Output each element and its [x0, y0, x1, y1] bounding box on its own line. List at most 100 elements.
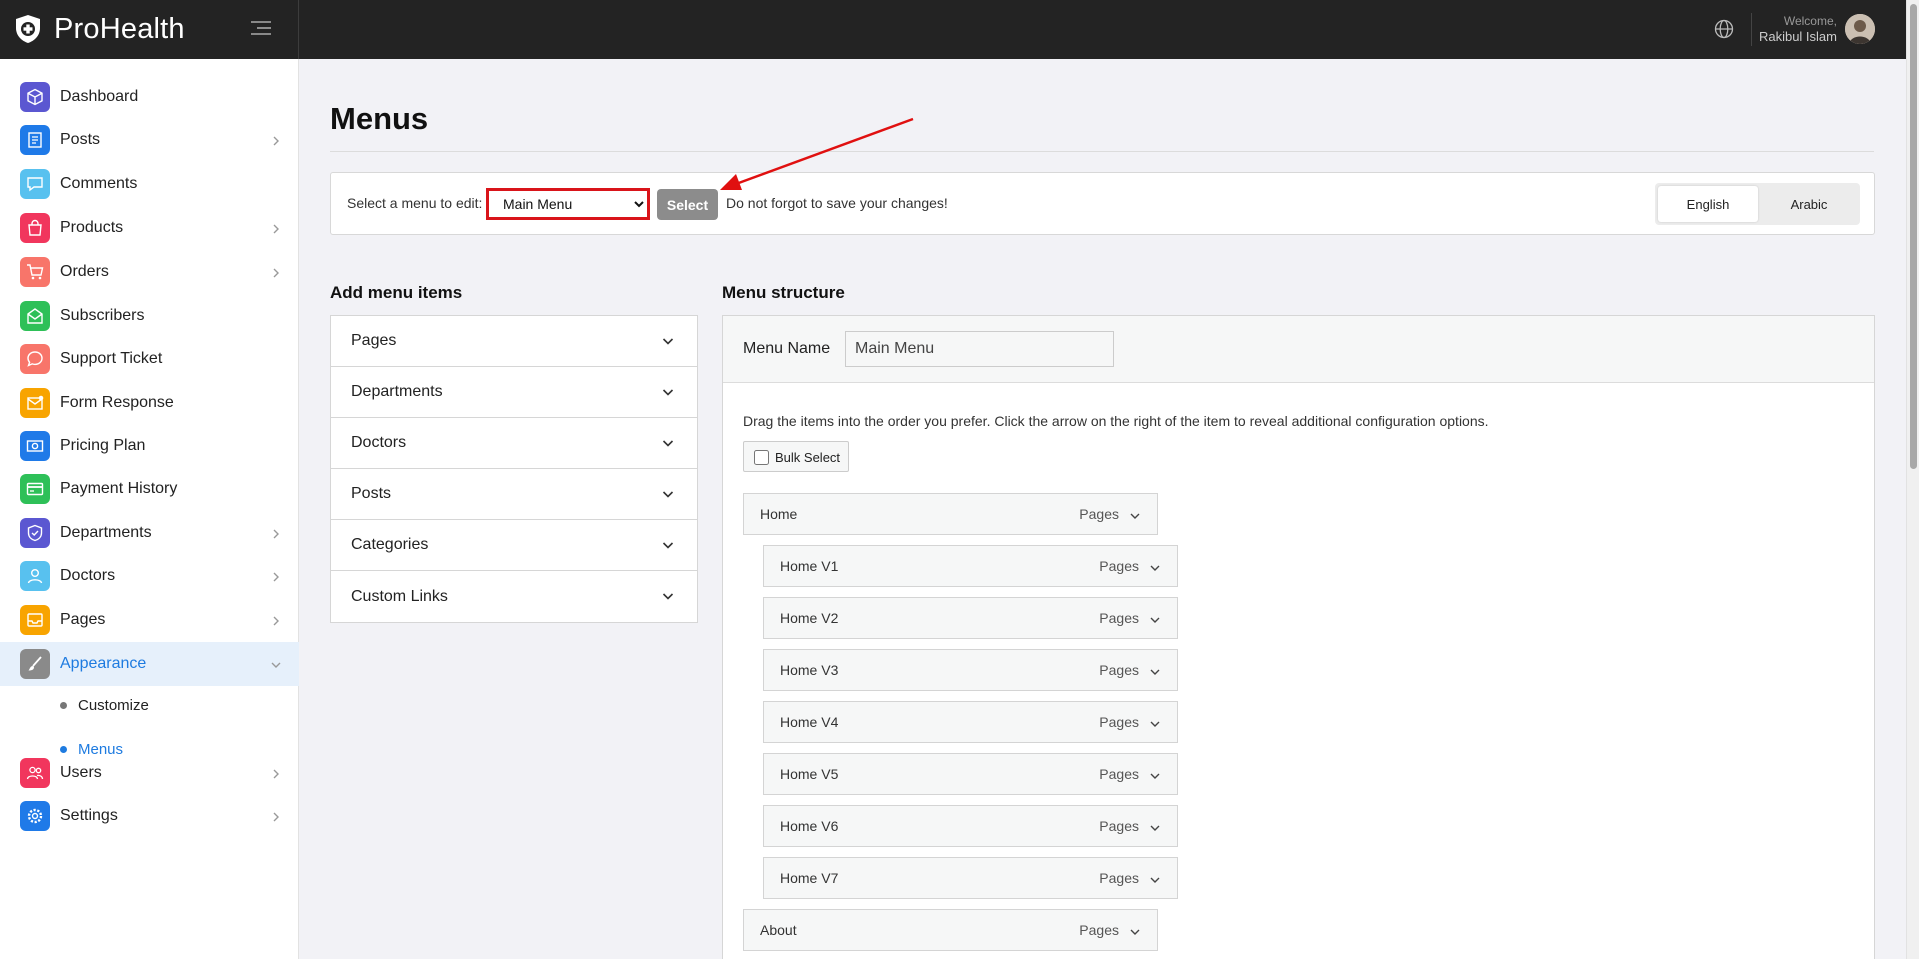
- menu-item[interactable]: Home V2 Pages: [763, 597, 1178, 639]
- sidebar-subitem-customize[interactable]: Customize: [0, 685, 299, 725]
- menu-item-name: Home V3: [780, 662, 839, 678]
- sidebar-item-settings[interactable]: Settings: [0, 794, 299, 838]
- chevron-down-icon[interactable]: [661, 334, 675, 348]
- sidebar-item-label: Payment History: [60, 480, 178, 497]
- chevron-down-icon[interactable]: [661, 589, 675, 603]
- menu-item[interactable]: Home V7 Pages: [763, 857, 1178, 899]
- avatar[interactable]: [1845, 14, 1875, 44]
- sidebar-item-form-response[interactable]: Form Response: [0, 381, 299, 425]
- menu-item[interactable]: Home Pages: [743, 493, 1158, 535]
- sidebar-item-pricing-plan[interactable]: Pricing Plan: [0, 424, 299, 468]
- sidebar-item-departments[interactable]: Departments: [0, 511, 299, 555]
- chat-icon: [20, 169, 50, 199]
- menu-item[interactable]: Home V3 Pages: [763, 649, 1178, 691]
- chevron-down-icon[interactable]: [1129, 509, 1141, 521]
- app-name: ProHealth: [54, 12, 185, 45]
- language-switcher: English Arabic: [1655, 183, 1860, 225]
- menu-item-type: Pages: [1079, 506, 1119, 522]
- chevron-right-icon: [270, 527, 282, 539]
- chevron-down-icon[interactable]: [1149, 821, 1161, 833]
- shield-plus-icon: [16, 15, 40, 43]
- menu-item-name: Home: [760, 506, 798, 522]
- chevron-down-icon[interactable]: [1149, 665, 1161, 677]
- bulk-select-checkbox[interactable]: [754, 450, 769, 465]
- lang-arabic-tab[interactable]: Arabic: [1759, 186, 1859, 222]
- lang-english-tab[interactable]: English: [1658, 186, 1758, 222]
- welcome-text: Welcome,: [1783, 14, 1837, 28]
- accordion-custom-links[interactable]: Custom Links: [331, 571, 697, 622]
- chevron-down-icon[interactable]: [661, 538, 675, 552]
- menu-item[interactable]: About Pages: [743, 909, 1158, 951]
- sidebar-item-appearance[interactable]: Appearance: [0, 642, 299, 686]
- sidebar-item-label: Departments: [60, 524, 152, 541]
- logo[interactable]: ProHealth: [14, 13, 185, 45]
- chevron-down-icon[interactable]: [1129, 925, 1141, 937]
- chevron-right-icon: [270, 222, 282, 234]
- top-bar: ProHealth Welcome, Rakibul Islam: [0, 0, 1919, 59]
- accordion-title: Posts: [351, 485, 392, 502]
- sidebar-item-support-ticket[interactable]: Support Ticket: [0, 337, 299, 381]
- gear-icon: [20, 801, 50, 831]
- sidebar-item-posts[interactable]: Posts: [0, 118, 299, 162]
- menu-item[interactable]: Home V5 Pages: [763, 753, 1178, 795]
- menu-item-type: Pages: [1099, 610, 1139, 626]
- menu-item-type: Pages: [1099, 870, 1139, 886]
- menu-name-input[interactable]: [845, 331, 1114, 367]
- sidebar-item-label: Pricing Plan: [60, 437, 146, 454]
- menu-item-type: Pages: [1099, 714, 1139, 730]
- add-menu-items-heading: Add menu items: [330, 283, 463, 302]
- sidebar-item-orders[interactable]: Orders: [0, 250, 299, 294]
- menu-item-type: Pages: [1079, 922, 1119, 938]
- shield-icon: [20, 518, 50, 548]
- menu-name-header: Menu Name: [723, 316, 1874, 383]
- cube-icon: [20, 82, 50, 112]
- menu-select-dropdown[interactable]: Main Menu: [486, 188, 650, 220]
- sidebar-item-comments[interactable]: Comments: [0, 162, 299, 206]
- sidebar-item-doctors[interactable]: Doctors: [0, 554, 299, 598]
- menu-item-name: About: [760, 922, 797, 938]
- sidebar-item-pages[interactable]: Pages: [0, 598, 299, 642]
- chevron-down-icon[interactable]: [1149, 769, 1161, 781]
- menu-item[interactable]: Home V1 Pages: [763, 545, 1178, 587]
- shopping-bag-icon: [20, 213, 50, 243]
- menu-toggle-icon[interactable]: [250, 19, 272, 37]
- bulk-select-toggle[interactable]: Bulk Select: [743, 441, 849, 472]
- sidebar-item-label: Subscribers: [60, 307, 145, 324]
- menu-item-type: Pages: [1099, 558, 1139, 574]
- chevron-down-icon[interactable]: [1149, 717, 1161, 729]
- sidebar-item-dashboard[interactable]: Dashboard: [0, 75, 299, 119]
- accordion-pages[interactable]: Pages: [331, 316, 697, 367]
- sidebar-subitem-label: Customize: [78, 696, 149, 714]
- chevron-down-icon[interactable]: [661, 436, 675, 450]
- scrollbar-thumb[interactable]: [1910, 4, 1917, 469]
- bulk-select-label: Bulk Select: [775, 450, 841, 465]
- accordion-title: Custom Links: [351, 587, 448, 605]
- accordion-categories[interactable]: Categories: [331, 520, 697, 571]
- sidebar-subitem-menus[interactable]: Menus: [0, 729, 299, 769]
- globe-icon[interactable]: [1714, 19, 1734, 39]
- accordion-doctors[interactable]: Doctors: [331, 418, 697, 469]
- sidebar-item-label: Settings: [60, 807, 118, 824]
- cart-icon: [20, 257, 50, 287]
- accordion-posts[interactable]: Posts: [331, 469, 697, 520]
- bullet-dot: [60, 701, 67, 709]
- topbar-divider: [298, 0, 299, 59]
- chevron-down-icon[interactable]: [1149, 561, 1161, 573]
- menu-item-name: Home V1: [780, 558, 839, 574]
- sidebar-item-payment-history[interactable]: Payment History: [0, 467, 299, 511]
- menu-item-type: Pages: [1099, 662, 1139, 678]
- menu-item[interactable]: Home V4 Pages: [763, 701, 1178, 743]
- menu-item-type: Pages: [1099, 766, 1139, 782]
- page-scrollbar[interactable]: [1906, 0, 1919, 959]
- sidebar-item-subscribers[interactable]: Subscribers: [0, 294, 299, 338]
- chevron-down-icon[interactable]: [1149, 613, 1161, 625]
- chevron-down-icon[interactable]: [1149, 873, 1161, 885]
- menu-item-name: Home V5: [780, 766, 839, 782]
- chevron-down-icon[interactable]: [661, 385, 675, 399]
- accordion-departments[interactable]: Departments: [331, 367, 697, 418]
- chevron-down-icon[interactable]: [661, 487, 675, 501]
- user-greeting[interactable]: Welcome, Rakibul Islam: [1759, 14, 1837, 44]
- menu-item[interactable]: Home V6 Pages: [763, 805, 1178, 847]
- sidebar-item-label: Doctors: [60, 567, 116, 584]
- sidebar-item-products[interactable]: Products: [0, 206, 299, 250]
